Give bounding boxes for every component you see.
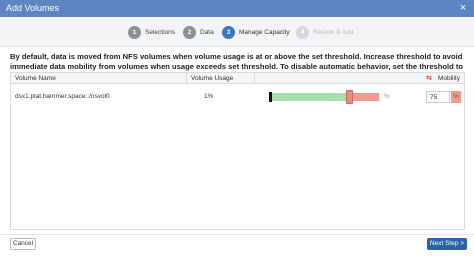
wizard-steps: 1 Selections 2 Data 3 Manage Capacity 4 …	[0, 17, 474, 47]
step-number: 2	[183, 25, 196, 39]
volume-usage-cell: 1%	[204, 93, 214, 100]
column-header-mobility[interactable]: ⇆ Mobility	[420, 73, 464, 84]
close-icon[interactable]: ×	[456, 0, 470, 17]
threshold-green-zone	[271, 93, 347, 101]
dialog-titlebar: Add Volumes ×	[0, 0, 474, 17]
threshold-slider[interactable]	[269, 90, 379, 104]
table-header: Volume Name Volume Usage ⇆ Mobility	[11, 73, 464, 84]
column-header-volume-usage[interactable]: Volume Usage	[186, 73, 233, 84]
mobility-unit-badge: %	[451, 91, 461, 103]
threshold-slider-handle[interactable]	[346, 90, 353, 104]
next-step-button[interactable]: Next Step >	[427, 238, 467, 250]
wizard-step-selections[interactable]: 1 Selections	[128, 25, 175, 39]
step-label: Data	[200, 28, 214, 36]
wizard-step-review-add: 4 Review & Add	[296, 25, 353, 39]
step-number: 1	[128, 25, 141, 39]
step-number: 4	[296, 25, 309, 39]
wizard-step-manage-capacity[interactable]: 3 Manage Capacity	[222, 25, 290, 39]
dialog-title: Add Volumes	[6, 3, 60, 13]
threshold-percent-label: %	[384, 93, 390, 100]
threshold-red-zone	[352, 93, 379, 101]
mobility-header-label: Mobility	[437, 75, 460, 82]
volume-name-cell: dsx1.plat.hammer.space::/nsvol0	[15, 93, 110, 100]
cancel-button[interactable]: Cancel	[10, 238, 36, 250]
column-header-threshold	[254, 73, 420, 84]
table-row[interactable]: dsx1.plat.hammer.space::/nsvol0 1% % %	[11, 85, 464, 108]
volumes-table: Volume Name Volume Usage ⇆ Mobility dsx1…	[10, 72, 465, 230]
usage-marker	[269, 92, 272, 102]
step-label: Selections	[145, 28, 175, 36]
step-number: 3	[222, 25, 235, 39]
column-header-volume-name[interactable]: Volume Name	[15, 73, 56, 84]
step-label: Review & Add	[313, 28, 354, 36]
mobility-threshold-input[interactable]	[426, 91, 450, 103]
mobility-icon: ⇆	[426, 75, 432, 82]
step-label: Manage Capacity	[239, 28, 290, 36]
footer-divider	[0, 234, 474, 235]
wizard-step-data[interactable]: 2 Data	[183, 25, 214, 39]
